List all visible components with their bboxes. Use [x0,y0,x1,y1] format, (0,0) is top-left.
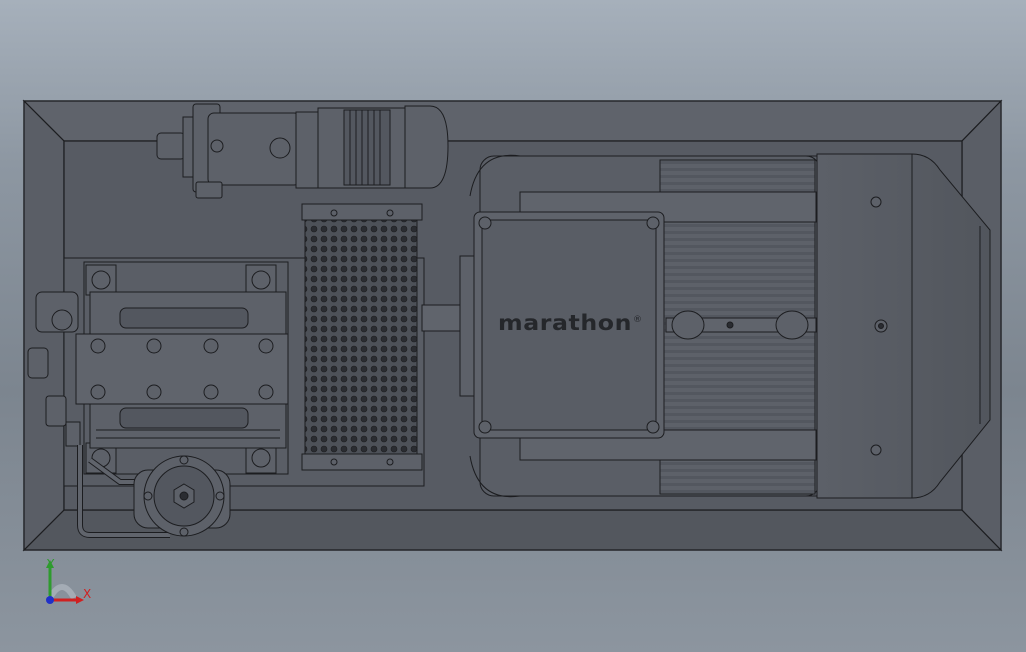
registered-mark: ® [633,315,642,325]
gear-motor[interactable] [156,103,449,199]
triad-y-label: Y [46,557,55,571]
triad-z-axis [46,596,54,604]
motor-brand-label: marathon [498,311,632,335]
coordinate-triad: Y X [46,557,91,604]
triad-x-label: X [83,587,91,601]
cad-viewport[interactable]: marathon ® [0,0,1026,652]
